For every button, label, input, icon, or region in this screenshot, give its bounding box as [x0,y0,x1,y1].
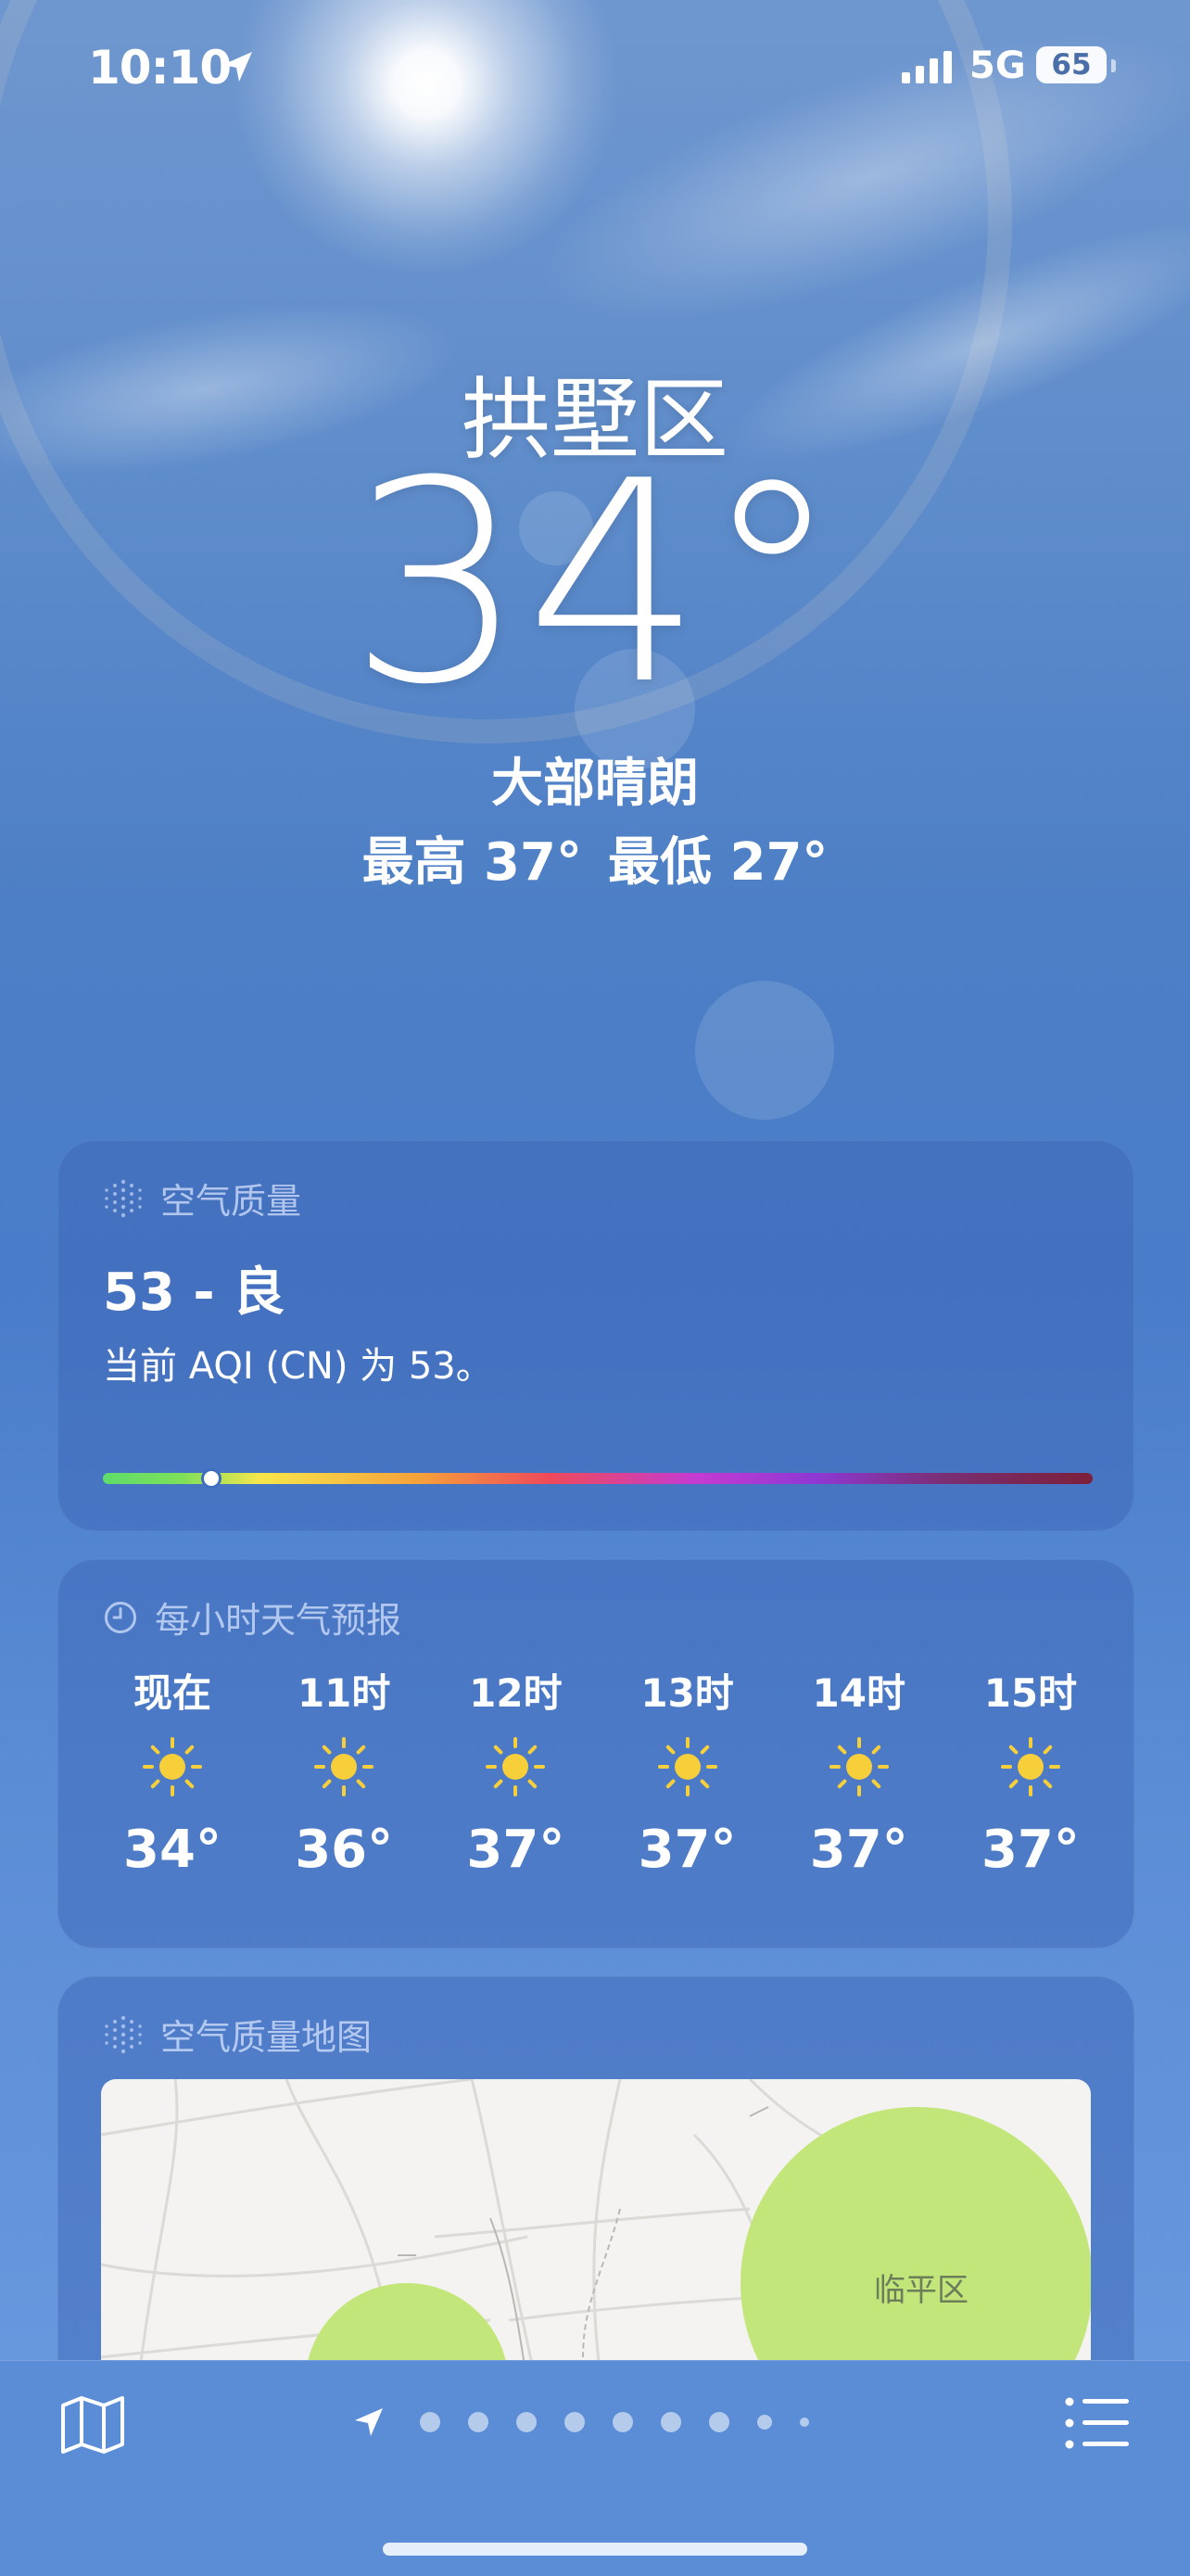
lens-flare [695,981,834,1120]
location-arrow-icon [222,52,252,82]
air-quality-icon [105,2015,142,2053]
battery-icon: 65 [1036,46,1107,83]
hourly-forecast-header: 每小时天气预报 [103,1592,401,1643]
battery-cap [1111,59,1116,72]
hourly-item: 12时 37° [446,1662,585,1880]
aqi-map-header: 空气质量地图 [103,2009,372,2060]
page-indicator[interactable] [352,2405,823,2439]
hourly-forecast-title: 每小时天气预报 [155,1600,402,1641]
air-quality-card[interactable]: 空气质量 53 - 良 当前 AQI (CN) 为 53。 [57,1140,1134,1531]
page-dot[interactable] [709,2412,729,2432]
high-low-temps: 最高 37° 最低 27° [0,820,1190,895]
hourly-item: 13时 37° [618,1662,757,1880]
hour-temperature: 37° [809,1820,908,1880]
map-district-label: 临平区 [874,2272,968,2309]
hourly-item: 11时 36° [274,1662,413,1880]
sun-icon [1000,1737,1060,1796]
hour-label: 14时 [812,1670,905,1716]
hour-temperature: 37° [981,1820,1080,1880]
aqi-map-title: 空气质量地图 [160,2017,373,2058]
aqi-description: 当前 AQI (CN) 为 53。 [103,1345,493,1388]
page-dot[interactable] [757,2415,772,2430]
aqi-level-marker [201,1468,222,1489]
air-quality-icon [105,1179,142,1217]
page-dot[interactable] [661,2412,681,2432]
sun-icon [143,1737,202,1796]
clock-icon [104,1601,137,1633]
hour-temperature: 34° [123,1820,222,1880]
page-dot[interactable] [613,2412,633,2432]
sun-icon [314,1737,374,1796]
high-temp: 最高 37° [361,832,582,893]
map-icon[interactable] [59,2394,126,2455]
hourly-list: 现在 34° 11时 36° 12时 37° 13时 37° 14时 37° 15时 37° [103,1662,1100,1880]
aqi-value: 53 - 良 [103,1263,285,1323]
aqi-map[interactable]: 临平区 [101,2079,1091,2385]
hour-label: 13时 [640,1670,734,1716]
hour-label: 12时 [469,1670,563,1716]
cell-signal-icon [902,50,952,83]
hour-label: 现在 [133,1670,211,1716]
hourly-item: 15时 37° [961,1662,1100,1880]
page-dot[interactable] [468,2412,488,2432]
sun-icon [829,1737,889,1796]
home-indicator[interactable] [383,2543,807,2556]
page-dot[interactable] [564,2412,585,2432]
aqi-scale-bar [103,1468,1093,1489]
page-dot[interactable] [420,2412,440,2432]
sun-icon [657,1737,717,1796]
page-dot[interactable] [800,2417,809,2427]
network-type: 5G [969,44,1026,87]
hour-label: 15时 [983,1670,1078,1716]
current-temperature: 34° [348,422,842,745]
low-temp: 最低 27° [608,832,829,893]
list-icon[interactable] [1064,2396,1131,2450]
page-dot[interactable] [516,2412,537,2432]
status-bar: 10:10 5G 65 [0,35,1190,100]
bottom-toolbar [0,2360,1190,2576]
status-time: 10:10 [88,41,232,95]
hourly-item: 14时 37° [790,1662,929,1880]
hour-temperature: 36° [295,1820,394,1880]
air-quality-title: 空气质量 [160,1181,302,1222]
aqi-map-card[interactable]: 空气质量地图 临平区 [57,1976,1134,2423]
map-roads [101,2079,1091,2385]
air-quality-header: 空气质量 [103,1173,301,1224]
hour-label: 11时 [297,1670,391,1716]
current-location-icon[interactable] [352,2405,386,2439]
hour-temperature: 37° [466,1820,565,1880]
hourly-forecast-card[interactable]: 每小时天气预报 现在 34° 11时 36° 12时 37° 13时 37° 14时 37° 15时… [57,1559,1134,1948]
weather-condition: 大部晴朗 [491,754,699,814]
sun-icon [486,1737,546,1796]
hourly-item: 现在 34° [103,1662,242,1880]
hour-temperature: 37° [638,1820,737,1880]
